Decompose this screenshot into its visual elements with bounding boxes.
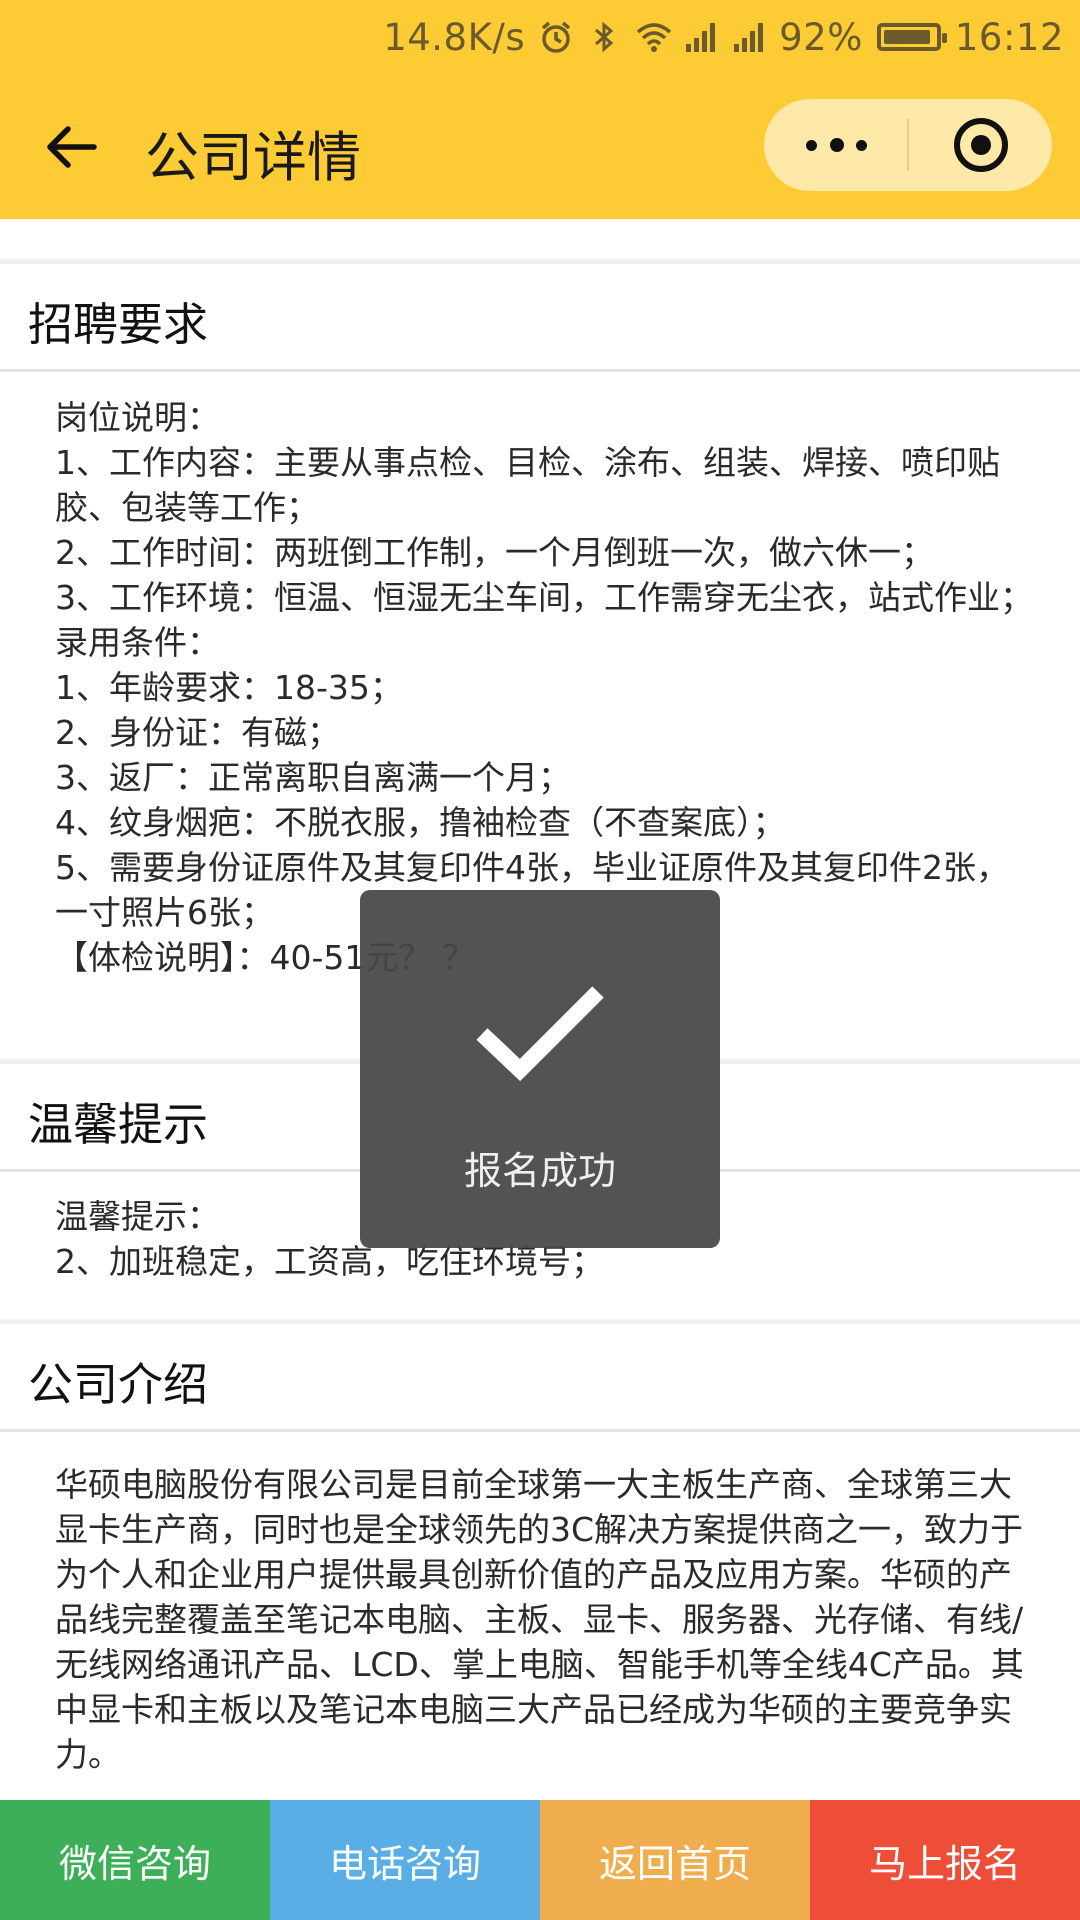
network-speed: 14.8K/s: [383, 15, 526, 59]
target-circle-icon[interactable]: [909, 99, 1052, 191]
signal-icon: [731, 20, 765, 54]
battery-icon: [876, 23, 947, 51]
battery-percentage: 92%: [779, 15, 863, 59]
text-line: 4、纹身烟疤：不脱衣服，撸袖检查（不查案底）；: [55, 803, 786, 842]
page-title: 公司详情: [145, 126, 361, 189]
text-line: 1、年龄要求：18-35；: [55, 668, 403, 707]
mini-program-capsule: [764, 99, 1052, 191]
apply-now-button[interactable]: 马上报名: [810, 1800, 1080, 1920]
section-header-requirements: 招聘要求: [0, 264, 1080, 372]
wechat-consult-button[interactable]: 微信咨询: [0, 1800, 270, 1920]
text-line: 1、工作内容：主要从事点检、目检、涂布、组装、焊接、喷印贴胶、包装等工作；: [55, 443, 1000, 527]
text-line: 3、工作环境：恒温、恒湿无尘车间，工作需穿无尘衣，站式作业；: [55, 578, 1033, 617]
status-bar: 14.8K/s 92% 16:12: [0, 0, 1080, 75]
section-title: 公司介绍: [28, 1358, 209, 1411]
wifi-icon: [635, 20, 672, 54]
success-toast: 报名成功: [360, 890, 720, 1248]
checkmark-icon: [476, 986, 604, 1082]
text-line: 录用条件：: [55, 623, 220, 662]
phone-consult-button[interactable]: 电话咨询: [270, 1800, 540, 1920]
signal-icon: [683, 20, 717, 54]
bottom-action-bar: 微信咨询 电话咨询 返回首页 马上报名: [0, 1800, 1080, 1920]
text-line: 2、身份证：有磁；: [55, 713, 340, 752]
toast-message: 报名成功: [463, 1149, 616, 1193]
company-description: 华硕电脑股份有限公司是目前全球第一大主板生产商、全球第三大显卡生产商，同时也是全…: [55, 1465, 1024, 1774]
section-title: 招聘要求: [28, 298, 209, 351]
back-home-button[interactable]: 返回首页: [540, 1800, 810, 1920]
text-line: 2、工作时间：两班倒工作制，一个月倒班一次，做六休一；: [55, 533, 934, 572]
more-dots-icon[interactable]: [764, 99, 907, 191]
arrow-left-icon[interactable]: [44, 119, 100, 175]
section-header-company: 公司介绍: [0, 1324, 1080, 1432]
text-line: 3、返厂：正常离职自离满一个月；: [55, 758, 571, 797]
bluetooth-icon: [587, 20, 621, 54]
navigation-bar: 公司详情: [0, 75, 1080, 219]
text-line: 岗位说明：: [55, 398, 220, 437]
alarm-icon: [539, 20, 573, 54]
clock: 16:12: [954, 15, 1064, 59]
section-title: 温馨提示: [28, 1098, 209, 1151]
